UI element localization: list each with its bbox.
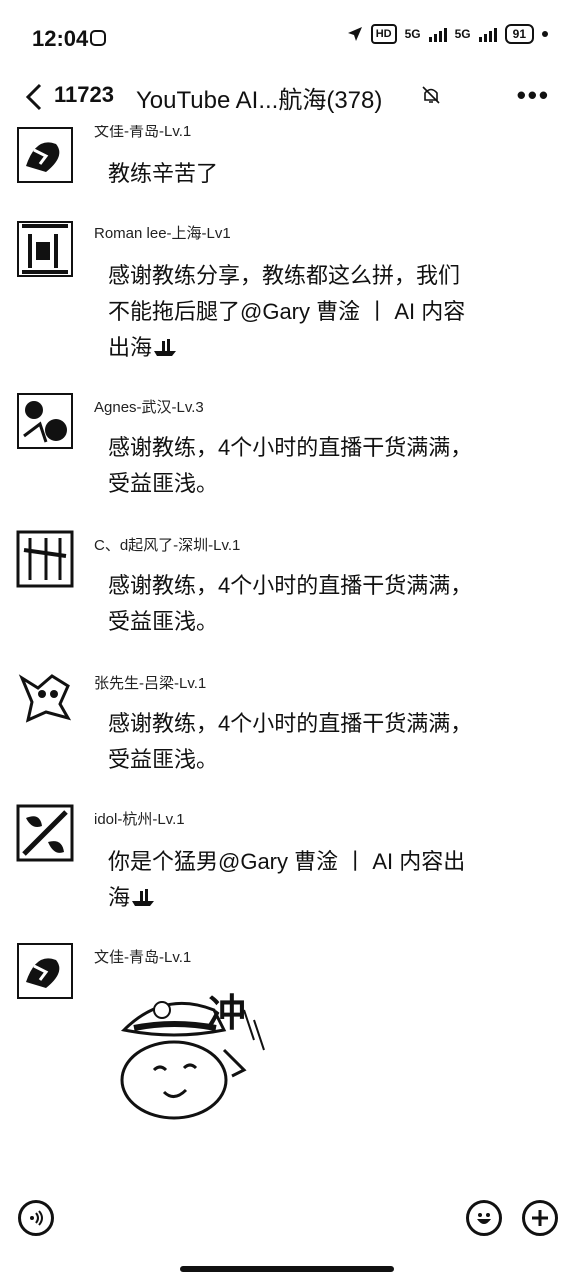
signal-icon [428, 26, 447, 42]
sticker-image[interactable] [104, 980, 274, 1130]
home-indicator[interactable] [180, 1266, 394, 1272]
sender-name: Agnes-武汉-Lv.3 [94, 399, 204, 416]
avatar[interactable] [16, 126, 74, 184]
voice-input-button[interactable] [18, 1200, 54, 1236]
sender-name: 文佳-青岛-Lv.1 [94, 949, 192, 966]
sender-name: 文佳-青岛-Lv.1 [94, 123, 192, 140]
message-text: 你是个猛男@Gary 曹淦 丨 AI 内容出海 [108, 844, 478, 916]
status-time: 12:04 [32, 26, 89, 51]
message-text: 教练辛苦了 [108, 161, 219, 186]
battery-icon: 91 [504, 24, 534, 44]
status-icons: HD 5G 5G 91 [347, 24, 548, 44]
message-text: 感谢教练，4个小时的直播干货满满，受益匪浅。 [108, 711, 473, 772]
emoji-button[interactable] [466, 1200, 502, 1236]
chat-header: 11723 YouTube AI...航海(378) ••• [0, 76, 576, 120]
sender-name: idol-杭州-Lv.1 [94, 811, 185, 828]
plus-icon [532, 1210, 548, 1226]
dot-indicator-icon [542, 31, 548, 37]
unread-count: 11723 [54, 82, 114, 107]
back-arrow-icon[interactable] [20, 82, 50, 112]
chat-title[interactable]: YouTube AI...航海(378) [136, 80, 382, 115]
avatar[interactable] [16, 668, 74, 726]
input-bar [0, 1184, 576, 1254]
message-text: 感谢教练，4个小时的直播干货满满，受益匪浅。 [108, 435, 473, 496]
notification-icon [90, 30, 106, 46]
sender-name: 张先生-吕梁-Lv.1 [94, 675, 207, 692]
network-label-1: 5G [404, 27, 421, 41]
message-text-content: 你是个猛男@Gary 曹淦 丨 AI 内容出海 [108, 849, 466, 910]
message-text: 感谢教练，4个小时的直播干货满满，受益匪浅。 [108, 573, 473, 634]
location-icon [347, 27, 362, 41]
sender-name: Roman lee-上海-Lv1 [94, 225, 231, 242]
avatar[interactable] [16, 392, 74, 450]
more-options-icon[interactable]: ••• [517, 80, 550, 111]
voice-icon [30, 1210, 43, 1226]
mute-bell-icon [422, 86, 440, 104]
ship-emoji-icon [132, 889, 155, 906]
sender-name: C、d起风了-深圳-Lv.1 [94, 537, 241, 554]
sticker-text: 冲 [208, 993, 247, 1035]
signal-icon-2 [478, 26, 497, 42]
status-bar: 12:04 HD 5G 5G 91 [0, 0, 576, 76]
hd-badge: HD [370, 24, 397, 44]
emoji-icon [477, 1213, 491, 1224]
avatar[interactable] [16, 530, 74, 588]
avatar[interactable] [16, 220, 74, 278]
avatar[interactable] [16, 942, 74, 1000]
avatar[interactable] [16, 804, 74, 862]
message-text: 感谢教练分享，教练都这么拼，我们不能拖后腿了@Gary 曹淦 丨 AI 内容出海 [108, 258, 478, 366]
network-label-2: 5G [454, 27, 471, 41]
ship-emoji-icon [154, 339, 177, 356]
add-button[interactable] [522, 1200, 558, 1236]
